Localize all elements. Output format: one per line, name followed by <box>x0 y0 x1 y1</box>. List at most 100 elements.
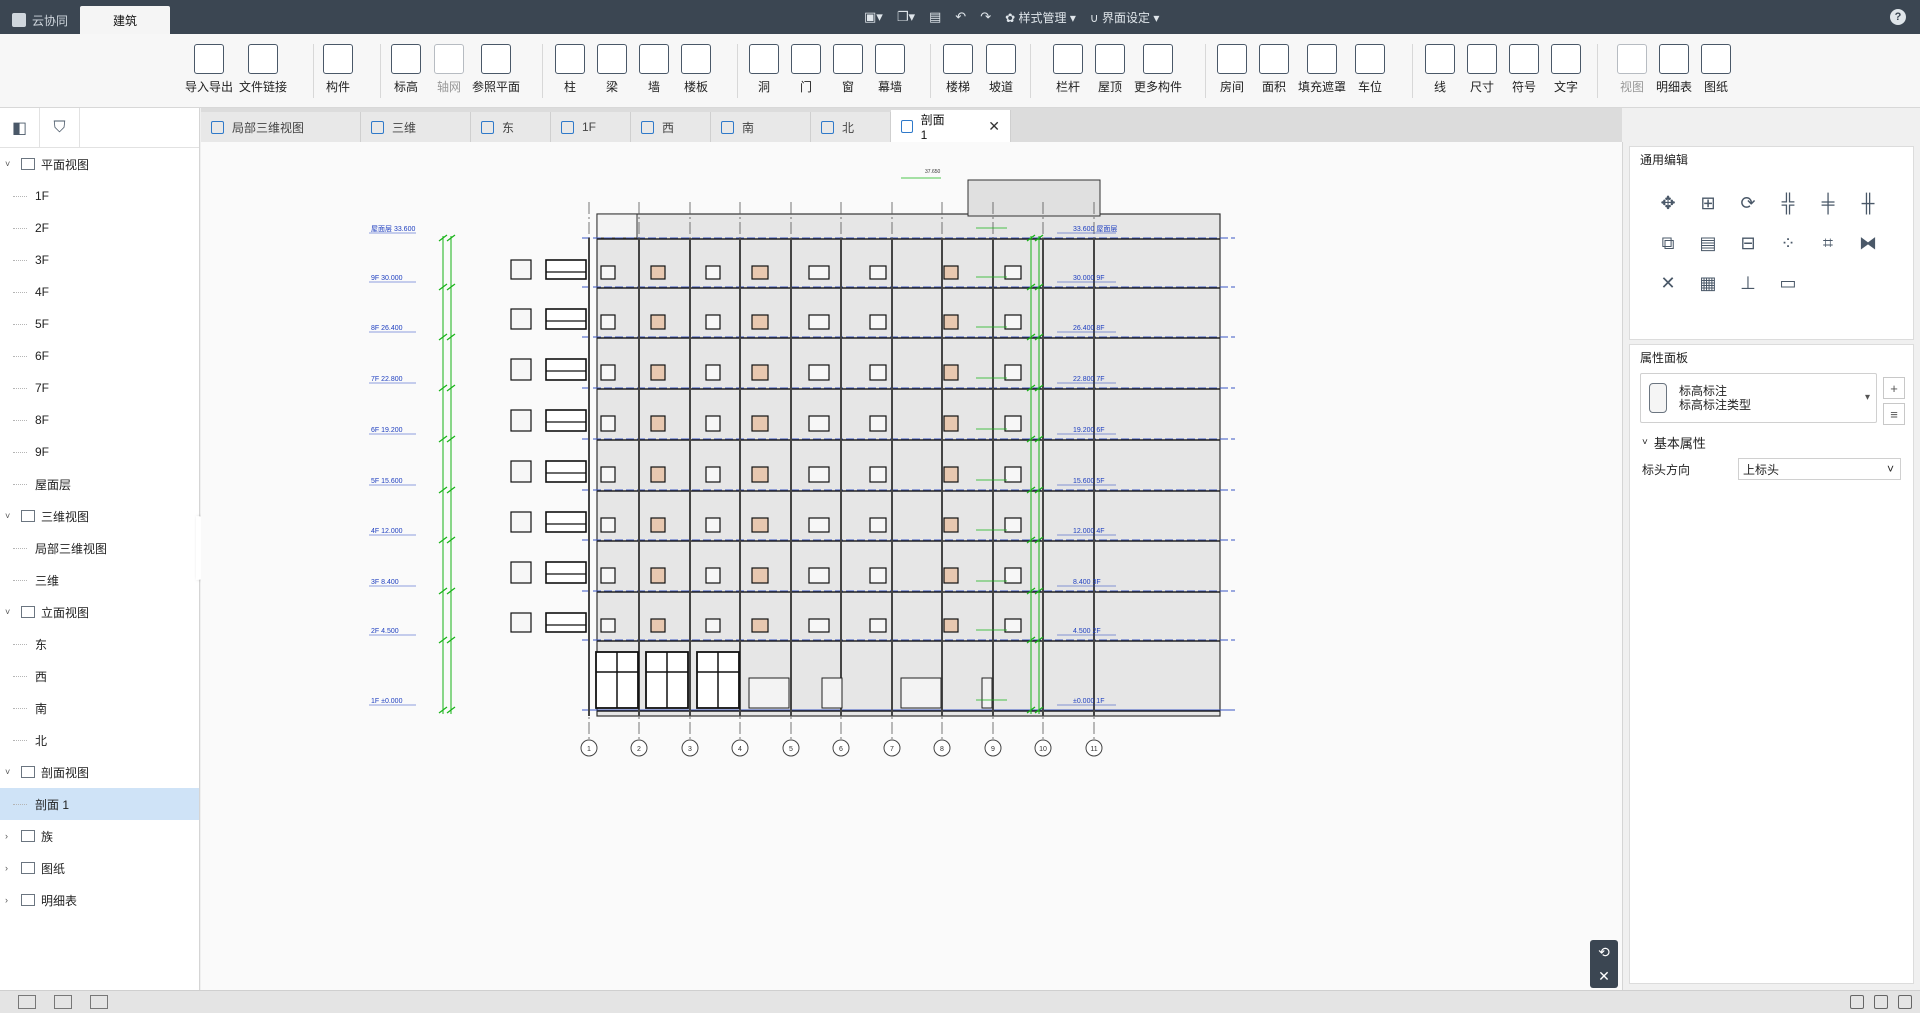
doc-tab[interactable]: 西 <box>631 112 711 142</box>
style-manager-menu[interactable]: ✿ 样式管理 ▾ <box>1005 9 1076 26</box>
tree-item[interactable]: 6F <box>0 340 199 372</box>
status-icon-1[interactable] <box>1850 995 1864 1009</box>
more-button[interactable]: 更多构件 <box>1128 44 1188 95</box>
window <box>600 618 616 633</box>
tree-item[interactable]: 东 <box>0 628 199 660</box>
tab-architecture[interactable]: 建筑 <box>80 6 171 34</box>
component-button[interactable]: 构件 <box>308 44 368 95</box>
ref-plane-button[interactable]: 参照平面 <box>466 44 526 95</box>
tree-group[interactable]: ˅ 剖面视图 <box>0 756 199 788</box>
copy-icon[interactable]: ⊞ <box>1688 183 1728 223</box>
status-icon-2[interactable] <box>1874 995 1888 1009</box>
align-icon[interactable]: ▤ <box>1688 223 1728 263</box>
tree-item[interactable]: 9F <box>0 436 199 468</box>
type-list-button[interactable]: ≡ <box>1883 403 1905 425</box>
tree-item[interactable]: 南 <box>0 692 199 724</box>
chevron-down-icon: ˅ <box>5 607 11 617</box>
delete-icon[interactable]: ✕ <box>1648 263 1688 303</box>
window <box>510 409 532 432</box>
doc-tab[interactable]: 三维 <box>361 112 471 142</box>
slab-button[interactable]: 楼板 <box>666 44 726 95</box>
view-group-icon <box>21 606 35 618</box>
chevron-down-icon: ˅ <box>5 159 11 169</box>
layout-icon[interactable] <box>18 995 36 1009</box>
tree-item[interactable]: 局部三维视图 <box>0 532 199 564</box>
tree-item[interactable]: 5F <box>0 308 199 340</box>
window <box>943 314 959 330</box>
level-label-left: 1F ±0.000 <box>371 698 403 705</box>
close-icon[interactable]: ✕ <box>988 118 1000 135</box>
reset-view-icon[interactable]: ⟲ <box>1598 944 1610 961</box>
offset-icon[interactable]: ⧉ <box>1648 223 1688 263</box>
sheet-button[interactable]: 图纸 <box>1686 44 1746 95</box>
wall-join-icon[interactable]: ▦ <box>1688 263 1728 303</box>
doc-tab[interactable]: 北 <box>811 112 891 142</box>
move-icon[interactable]: ✥ <box>1648 183 1688 223</box>
tree-item[interactable]: 三维 <box>0 564 199 596</box>
doc-tab[interactable]: 南 <box>711 112 811 142</box>
save-icon[interactable]: ▤ <box>929 9 941 25</box>
rotate-icon[interactable]: ⟳ <box>1728 183 1768 223</box>
parking-button[interactable]: 车位 <box>1340 44 1400 95</box>
join-icon[interactable]: ⊟ <box>1728 223 1768 263</box>
tree-item[interactable]: 屋面层 <box>0 468 199 500</box>
new-file-icon[interactable]: ▣▾ <box>864 9 883 25</box>
head-direction-select[interactable]: 上标头 ˅ <box>1738 458 1901 480</box>
tree-item[interactable]: 北 <box>0 724 199 756</box>
panel-toggle-icon[interactable]: ◧ <box>0 107 40 148</box>
tree-item[interactable]: 西 <box>0 660 199 692</box>
tree-group[interactable]: ˅ 三维视图 <box>0 500 199 532</box>
mirror-icon[interactable]: ⧓ <box>1848 223 1888 263</box>
tree-item[interactable]: 7F <box>0 372 199 404</box>
trim-icon[interactable]: ╬ <box>1768 183 1808 223</box>
level-label-right: 12.000 4F <box>1073 528 1105 535</box>
type-selector[interactable]: 标高标注 标高标注类型 ▾ <box>1640 373 1877 423</box>
table-icon[interactable] <box>90 995 108 1009</box>
add-type-button[interactable]: + <box>1883 377 1905 399</box>
tree-item[interactable]: 1F <box>0 180 199 212</box>
tab-cloud-collab[interactable]: 云协同 <box>0 6 80 34</box>
cad-icon <box>194 44 224 74</box>
redo-icon[interactable]: ↷ <box>980 9 991 25</box>
doc-tab[interactable]: 1F <box>551 112 631 142</box>
curtain-wall-button[interactable]: 幕墙 <box>860 44 920 95</box>
level-label-right: 8.400 3F <box>1073 579 1101 586</box>
tree-item[interactable]: 8F <box>0 404 199 436</box>
doc-tab[interactable]: 剖面 1 ✕ <box>891 110 1011 142</box>
filter-icon[interactable]: ⛉ <box>40 107 80 148</box>
schedule-icon <box>1659 44 1689 74</box>
doc-tab[interactable]: 局部三维视图 <box>201 112 361 142</box>
drawing-canvas[interactable]: 1 2 3 4 5 6 7 8 9 10 11 37.650 屋面层 33.600 9F 30.000 8F… <box>201 142 1622 990</box>
ramp-button[interactable]: 坡道 <box>971 44 1031 95</box>
tree-group[interactable]: › 族 <box>0 820 199 852</box>
extend-icon[interactable]: ╫ <box>1848 183 1888 223</box>
tree-group[interactable]: ˅ 平面视图 <box>0 148 199 180</box>
tree-item[interactable]: 2F <box>0 212 199 244</box>
tree-group[interactable]: › 明细表 <box>0 884 199 916</box>
cad-button[interactable]: 导入导出 <box>179 44 239 95</box>
basic-properties-section[interactable]: ˅ 基本属性 <box>1642 433 1913 452</box>
undo-icon[interactable]: ↶ <box>955 9 966 25</box>
settings-icon[interactable] <box>1898 995 1912 1009</box>
split-icon[interactable]: ╪ <box>1808 183 1848 223</box>
doc-tab-label: 西 <box>662 120 675 135</box>
tree-item[interactable]: 4F <box>0 276 199 308</box>
help-icon[interactable]: ? <box>1890 9 1906 25</box>
tile-icon[interactable] <box>54 995 72 1009</box>
open-file-icon[interactable]: ❐▾ <box>897 9 915 25</box>
tree-group[interactable]: › 图纸 <box>0 852 199 884</box>
tree-group[interactable]: ˅ 立面视图 <box>0 596 199 628</box>
tree-item[interactable]: 3F <box>0 244 199 276</box>
pin-icon[interactable]: ⊥ <box>1728 263 1768 303</box>
chevron-down-icon: ˅ <box>5 767 11 777</box>
link-button[interactable]: 文件链接 <box>233 44 293 95</box>
array-icon[interactable]: ⁘ <box>1768 223 1808 263</box>
doc-tab[interactable]: 东 <box>471 112 551 142</box>
measure-icon[interactable]: ▭ <box>1768 263 1808 303</box>
interface-settings-menu[interactable]: ∪ 界面设定 ▾ <box>1090 9 1160 26</box>
right-panel: 通用编辑 ✥ ⊞ ⟳ ╬ ╪ ╫ ⧉ ▤ ⊟ ⁘ ⌗ ⧓ ✕ ▦ ⊥ ▭ 属性面… <box>1622 142 1920 990</box>
close-view-icon[interactable]: ✕ <box>1598 968 1610 985</box>
text-button[interactable]: 文字 <box>1536 44 1596 95</box>
scale-icon[interactable]: ⌗ <box>1808 223 1848 263</box>
tree-item[interactable]: 剖面 1 <box>0 788 199 820</box>
